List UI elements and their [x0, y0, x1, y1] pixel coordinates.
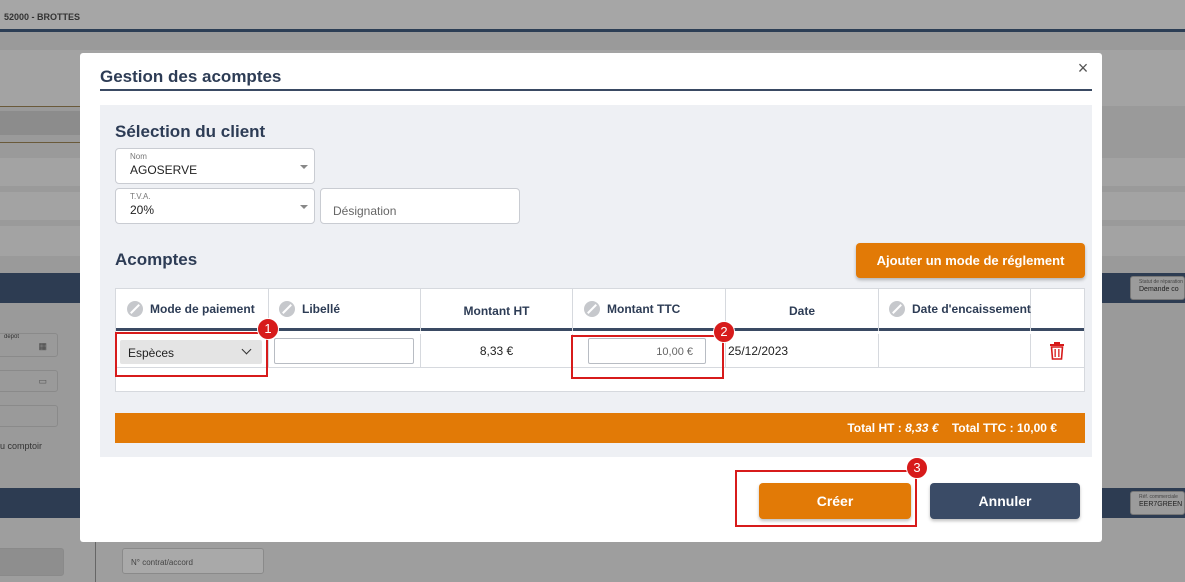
cell-actions — [1031, 334, 1084, 368]
totals-text: Total HT : 8,33 € Total TTC : 10,00 € — [847, 421, 1057, 435]
total-ttc-label: Total TTC : — [951, 421, 1014, 435]
column-header-actions — [1031, 289, 1084, 331]
contract-field[interactable]: N° contrat/accord — [122, 548, 264, 574]
highlight-box-2 — [571, 335, 724, 379]
close-icon[interactable]: × — [1074, 59, 1092, 77]
acomptes-section-title: Acomptes — [115, 250, 198, 269]
client-section-title: Sélection du client — [115, 122, 266, 141]
edit-pencil-icon — [889, 301, 905, 317]
totals-bar: Total HT : 8,33 € Total TTC : 10,00 € — [115, 413, 1085, 443]
cell-date: 25/12/2023 — [726, 334, 879, 368]
column-header-date-encaissement[interactable]: Date d'encaissement — [879, 289, 1031, 331]
edit-pencil-icon — [584, 301, 600, 317]
cell-libelle — [269, 334, 421, 368]
client-name-label: Nom — [130, 152, 147, 161]
caret-down-icon — [300, 165, 308, 169]
total-ht-label: Total HT : — [847, 421, 902, 435]
column-header-montant-ht: Montant HT — [421, 289, 573, 331]
modal-title: Gestion des acomptes — [100, 67, 282, 86]
total-ttc-value: 10,00 € — [1016, 421, 1057, 435]
cell-montant-ht: 8,33 € — [421, 334, 573, 368]
caret-down-icon — [300, 205, 308, 209]
title-divider — [100, 89, 1092, 91]
app-header-bar: 52000 - BROTTES — [0, 0, 1185, 32]
grid-icon: ▦ — [38, 341, 47, 351]
step-badge-3: 3 — [906, 457, 928, 479]
client-name-select[interactable]: Nom AGOSERVE — [115, 148, 315, 184]
app-header-text: 52000 - BROTTES — [4, 12, 81, 22]
column-header-libelle[interactable]: Libellé — [269, 289, 421, 331]
comptoir-label: u comptoir — [0, 441, 43, 451]
tva-select[interactable]: T.V.A. 20% — [115, 188, 315, 224]
trash-icon[interactable] — [1049, 342, 1065, 360]
date-field[interactable]: ▭ — [0, 370, 58, 392]
status-value: Demande co — [1139, 286, 1179, 293]
tva-label: T.V.A. — [130, 192, 151, 201]
calendar-icon: ▭ — [38, 376, 47, 386]
designation-input[interactable]: Désignation — [320, 188, 520, 224]
column-header-mode-paiement[interactable]: Mode de paiement — [116, 289, 269, 331]
background-status-box: Statut de réparation Demande co — [1130, 276, 1185, 300]
add-payment-mode-button[interactable]: Ajouter un mode de réglement — [856, 243, 1085, 278]
step-badge-2: 2 — [713, 321, 735, 343]
acomptes-modal: Gestion des acomptes × Sélection du clie… — [80, 53, 1102, 542]
background-divider — [0, 106, 80, 107]
background-ref-box: Réf. commerciale EER7GREEN — [1130, 491, 1185, 515]
column-header-montant-ttc[interactable]: Montant TTC — [573, 289, 726, 331]
depot-field[interactable]: ▦ — [0, 333, 58, 357]
background-tab — [0, 111, 80, 135]
cell-date-encaissement — [879, 334, 1031, 368]
step-badge-1: 1 — [257, 318, 279, 340]
background-divider — [0, 142, 80, 143]
tva-value: 20% — [130, 203, 155, 217]
designation-placeholder: Désignation — [333, 204, 397, 218]
ref-label: Réf. commerciale — [1139, 494, 1178, 500]
edit-pencil-icon — [279, 301, 295, 317]
select-field[interactable] — [0, 405, 58, 427]
contract-placeholder: N° contrat/accord — [131, 558, 193, 567]
client-name-value: AGOSERVE — [130, 163, 198, 177]
column-header-date: Date — [726, 289, 879, 331]
status-label: Statut de réparation — [1139, 279, 1183, 285]
ref-value: EER7GREEN — [1139, 501, 1183, 508]
background-button[interactable] — [0, 548, 64, 576]
libelle-input[interactable] — [274, 338, 414, 364]
cancel-button[interactable]: Annuler — [930, 483, 1080, 519]
highlight-box-1 — [115, 332, 268, 377]
highlight-box-3 — [735, 470, 917, 527]
edit-pencil-icon — [127, 301, 143, 317]
total-ht-value: 8,33 € — [905, 421, 939, 435]
modal-content-panel: Sélection du client Nom AGOSERVE T.V.A. … — [100, 105, 1092, 457]
